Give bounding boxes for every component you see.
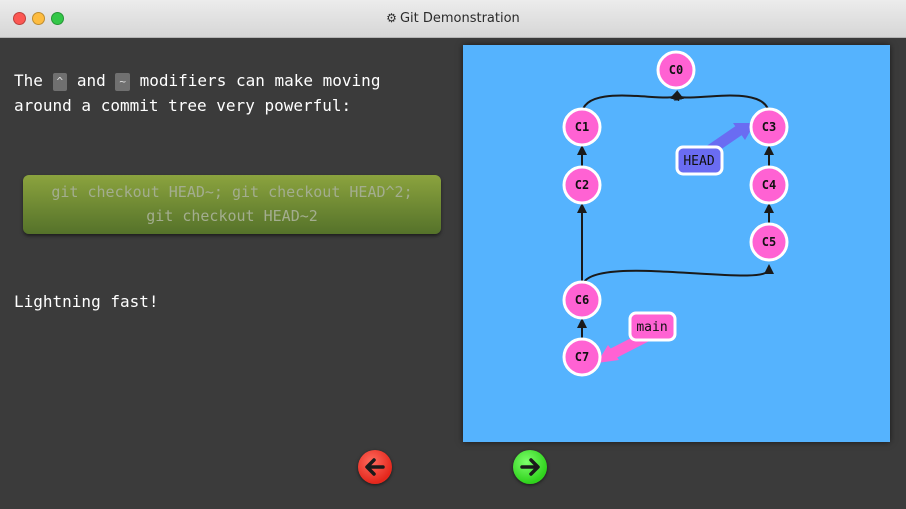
next-step-button[interactable] [513,450,547,484]
commit-graph-svg: C0 C1 C2 C3 C4 C5 C6 C7 HEAD main [562,50,789,377]
previous-step-button[interactable] [358,450,392,484]
commit-c0[interactable]: C0 [656,50,696,90]
commit-c1[interactable]: C1 [562,107,602,147]
main-branch-text: main [636,320,667,335]
commit-graph: C0 C1 C2 C3 C4 C5 C6 C7 HEAD main [463,45,890,442]
commit-label-c5: C5 [762,235,776,249]
window-title-text: Git Demonstration [399,11,520,26]
commit-c3[interactable]: C3 [749,107,789,147]
commit-c5[interactable]: C5 [749,222,789,262]
commit-label-c3: C3 [762,120,776,134]
head-ref-label[interactable]: HEAD [675,145,724,176]
lesson-pane: The ^ and ~ modifiers can make moving ar… [0,38,456,509]
commit-label-c4: C4 [762,178,776,192]
command-button[interactable]: git checkout HEAD~; git checkout HEAD^2;… [23,175,441,234]
tilde-key: ~ [115,73,130,91]
arrow-right-icon [520,458,540,476]
window-title: ⚙ Git Demonstration [0,0,906,37]
commit-c7[interactable]: C7 [562,337,602,377]
commit-label-c0: C0 [669,63,683,77]
commit-c4[interactable]: C4 [749,165,789,205]
commit-label-c7: C7 [575,350,589,364]
intro-text-start: The [14,71,43,90]
closing-text: Lightning fast! [14,292,159,311]
intro-text-end: modifiers can make moving around a commi… [14,71,381,115]
commit-label-c1: C1 [575,120,589,134]
edge-c1-c0 [581,90,680,116]
caret-key: ^ [52,73,68,91]
gear-icon: ⚙ [386,11,397,25]
main-branch-label[interactable]: main [628,311,677,342]
lesson-intro: The ^ and ~ modifiers can make moving ar… [14,68,444,118]
commit-c6[interactable]: C6 [562,280,602,320]
edge-c6-c5 [581,264,774,289]
intro-text-and: and [76,71,106,90]
commit-label-c2: C2 [575,178,589,192]
head-ref-text: HEAD [683,154,714,169]
command-line-2: git checkout HEAD~2 [146,207,318,225]
commit-label-c6: C6 [575,293,589,307]
command-line-1: git checkout HEAD~; git checkout HEAD^2; [51,183,413,201]
commit-c2[interactable]: C2 [562,165,602,205]
edge-c3-c0 [674,90,770,116]
title-bar: ⚙ Git Demonstration [0,0,906,38]
arrow-left-icon [365,458,385,476]
